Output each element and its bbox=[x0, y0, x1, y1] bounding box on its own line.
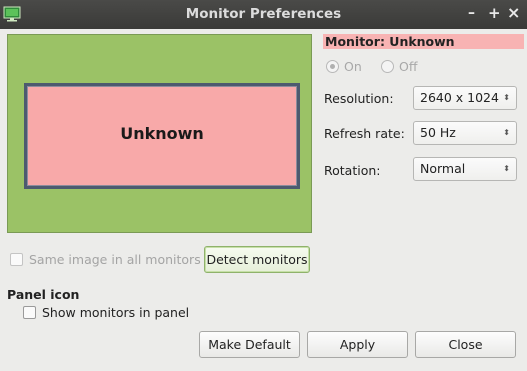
monitor-layout-preview[interactable]: Unknown bbox=[7, 34, 312, 233]
same-image-label: Same image in all monitors bbox=[29, 252, 201, 267]
same-image-check-indicator[interactable] bbox=[10, 253, 23, 266]
monitor-box[interactable]: Unknown bbox=[24, 83, 300, 189]
show-in-panel-checkbox[interactable]: Show monitors in panel bbox=[23, 305, 189, 320]
spinner-arrows-icon: ⬍ bbox=[503, 128, 510, 137]
maximize-button[interactable]: + bbox=[488, 4, 501, 22]
resolution-select[interactable]: 2640 x 1024 ⬍ bbox=[413, 86, 517, 110]
spinner-arrows-icon: ⬍ bbox=[503, 93, 510, 102]
title-bar: Monitor Preferences – + × bbox=[0, 0, 527, 29]
rotation-select[interactable]: Normal ⬍ bbox=[413, 157, 517, 181]
close-button[interactable]: Close bbox=[415, 331, 516, 358]
power-off-label: Off bbox=[399, 59, 418, 74]
monitor-preferences-window: Monitor Preferences – + × Unknown Monito… bbox=[0, 0, 527, 371]
panel-icon-heading: Panel icon bbox=[7, 287, 80, 302]
close-window-button[interactable]: × bbox=[507, 3, 520, 22]
refresh-rate-value: 50 Hz bbox=[420, 125, 456, 140]
spinner-arrows-icon: ⬍ bbox=[503, 164, 510, 173]
refresh-rate-label: Refresh rate: bbox=[324, 126, 405, 141]
rotation-value: Normal bbox=[420, 161, 466, 176]
resolution-value: 2640 x 1024 bbox=[420, 90, 499, 105]
same-image-checkbox[interactable]: Same image in all monitors bbox=[10, 252, 201, 267]
refresh-rate-select[interactable]: 50 Hz ⬍ bbox=[413, 121, 517, 145]
radio-off-indicator[interactable] bbox=[381, 60, 394, 73]
monitor-preview-label: Unknown bbox=[120, 124, 204, 143]
show-in-panel-label: Show monitors in panel bbox=[42, 305, 190, 320]
detect-monitors-button[interactable]: Detect monitors bbox=[204, 246, 310, 273]
minimize-button[interactable]: – bbox=[468, 5, 475, 21]
apply-button[interactable]: Apply bbox=[307, 331, 408, 358]
window-title: Monitor Preferences bbox=[185, 6, 342, 22]
power-on-radio[interactable]: On bbox=[326, 59, 362, 74]
rotation-label: Rotation: bbox=[324, 163, 381, 178]
radio-on-indicator[interactable] bbox=[326, 60, 339, 73]
make-default-button[interactable]: Make Default bbox=[199, 331, 300, 358]
power-off-radio[interactable]: Off bbox=[381, 59, 417, 74]
show-in-panel-check-indicator[interactable] bbox=[23, 306, 36, 319]
power-on-label: On bbox=[344, 59, 362, 74]
resolution-label: Resolution: bbox=[324, 91, 394, 106]
monitor-title: Monitor: Unknown bbox=[323, 34, 524, 49]
